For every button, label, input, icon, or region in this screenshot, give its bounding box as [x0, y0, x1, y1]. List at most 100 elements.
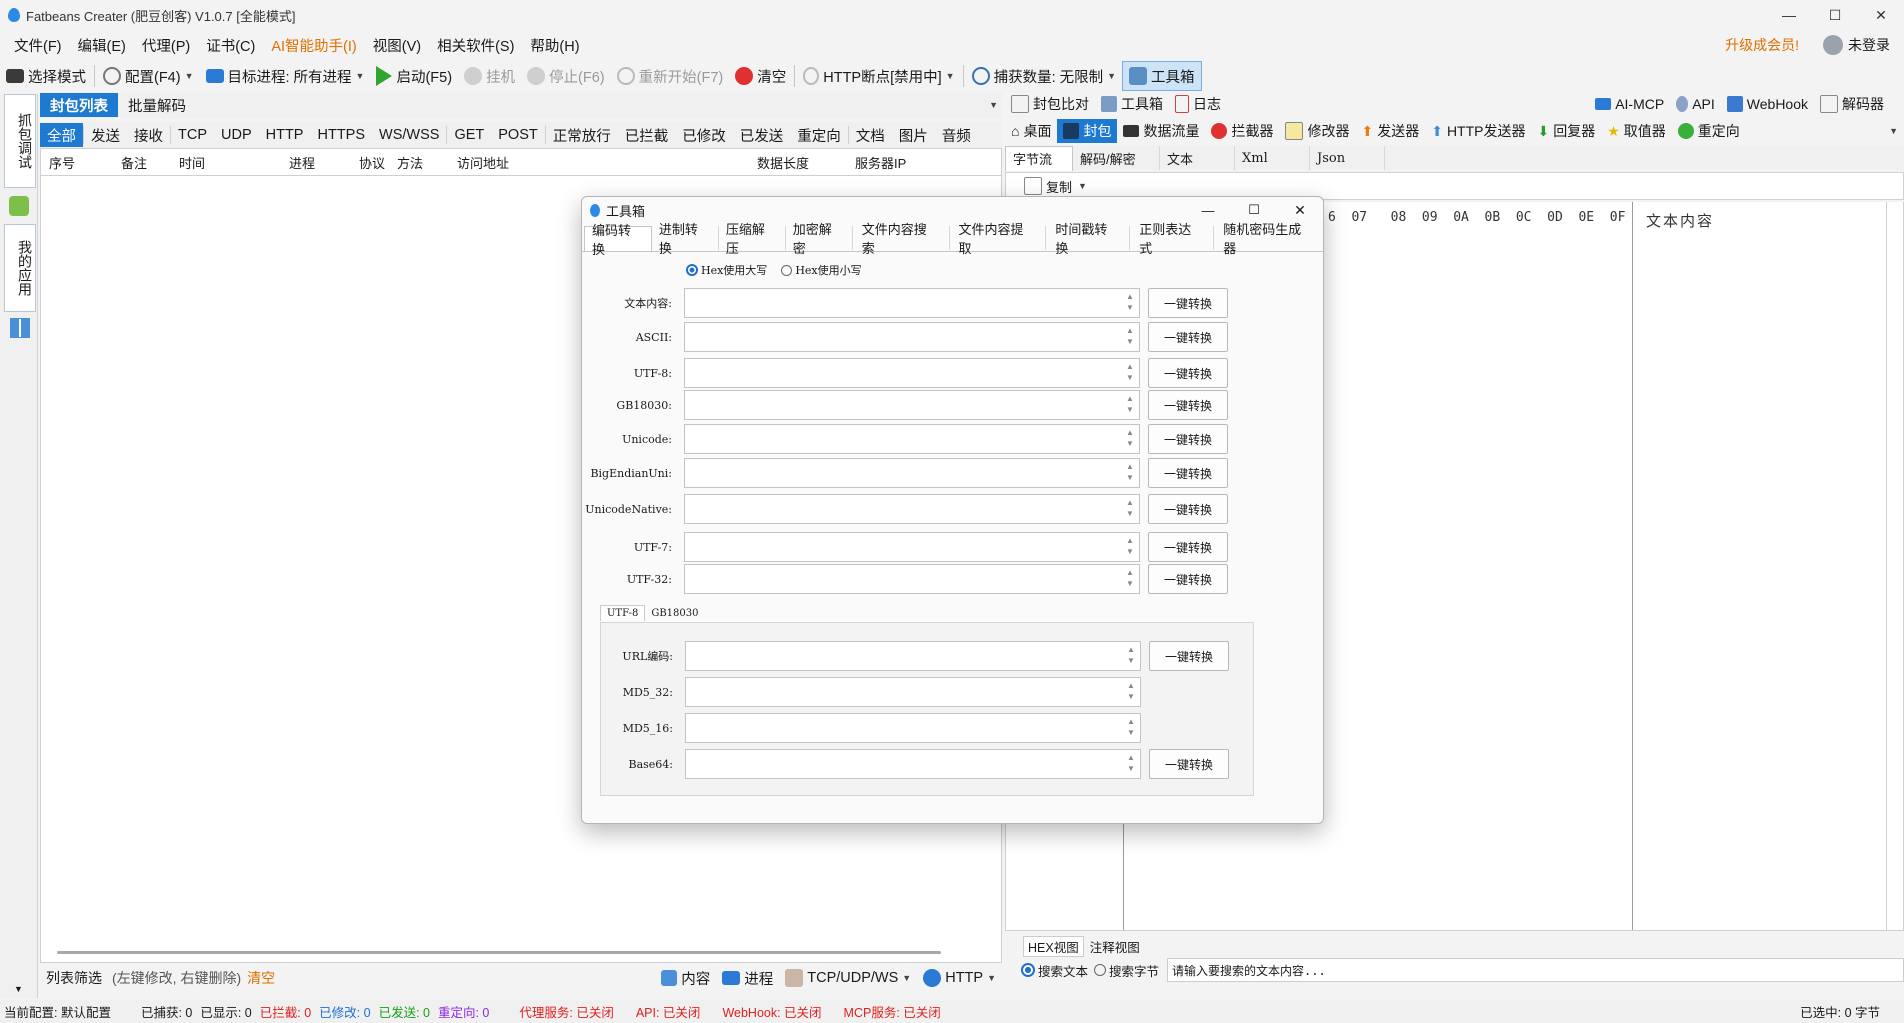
start-button[interactable]: 启动(F5) [370, 62, 458, 90]
replier-button[interactable]: ⬇ 回复器 [1532, 119, 1602, 143]
modifier-button[interactable]: 修改器 [1279, 119, 1355, 143]
spinner-icon[interactable]: ▲ ▼ [1123, 461, 1137, 483]
subtab-json[interactable]: Json [1310, 146, 1385, 170]
input-unicode-native[interactable]: ▲ ▼ [684, 494, 1140, 524]
radio-hex-lower[interactable] [781, 264, 793, 276]
spinner-icon[interactable]: ▲ ▼ [1123, 497, 1137, 519]
filter-image[interactable]: 图片 [892, 123, 935, 147]
input-url[interactable]: ▲ ▼ [685, 641, 1141, 671]
decoder-button[interactable]: 解码器 [1814, 92, 1890, 116]
radio-hex-upper[interactable] [686, 264, 698, 276]
process-filter-button[interactable]: 进程 [716, 964, 779, 992]
filter-audio[interactable]: 音频 [935, 123, 978, 147]
convert-button[interactable]: 一键转换 [1148, 358, 1228, 388]
dialog-maximize-button[interactable]: ☐ [1231, 202, 1277, 218]
radio-search-text[interactable] [1021, 963, 1035, 977]
horizontal-scrollbar[interactable] [57, 951, 941, 954]
menu-proxy[interactable]: 代理(P) [134, 35, 198, 56]
redirect-button[interactable]: 重定向 [1672, 119, 1746, 143]
dtab-regex[interactable]: 正则表达式 [1130, 222, 1215, 256]
spinner-icon[interactable]: ▲ ▼ [1123, 291, 1137, 313]
tab-packet-list[interactable]: 封包列表 [40, 93, 118, 117]
subtab-text[interactable]: 文本 [1160, 146, 1235, 170]
http-break-toggle[interactable]: HTTP断点[禁用中] ▼ [797, 62, 960, 90]
subtab-decode[interactable]: 解码/解密 [1073, 146, 1160, 170]
input-unicode[interactable]: ▲ ▼ [684, 424, 1140, 454]
filter-intercepted[interactable]: 已拦截 [618, 123, 676, 147]
convert-button[interactable]: 一键转换 [1148, 532, 1228, 562]
menu-ai[interactable]: AI智能助手(I) [263, 35, 364, 56]
side-tab-capture[interactable]: 抓包调试 [4, 94, 36, 188]
input-utf32[interactable]: ▲ ▼ [684, 564, 1140, 594]
http-sender-button[interactable]: ⬆ HTTP发送器 [1425, 119, 1531, 143]
input-base64[interactable]: ▲ ▼ [685, 749, 1141, 779]
tab-batch-decode[interactable]: 批量解码 [118, 93, 196, 117]
right-toolbox-button[interactable]: 工具箱 [1095, 92, 1169, 116]
filter-post[interactable]: POST [491, 123, 544, 147]
sender-button[interactable]: ⬆ 发送器 [1355, 119, 1425, 143]
spinner-icon[interactable]: ▲ ▼ [1124, 752, 1138, 774]
menu-view[interactable]: 视图(V) [365, 35, 429, 56]
spinner-icon[interactable]: ▲ ▼ [1123, 361, 1137, 383]
dialog-minimize-button[interactable]: — [1185, 203, 1231, 218]
filter-ws[interactable]: WS/WSS [372, 123, 446, 147]
col-method[interactable]: 方法 [397, 153, 457, 172]
dtab-compress[interactable]: 压缩解压 [719, 222, 786, 256]
convert-button[interactable]: 一键转换 [1148, 288, 1228, 318]
config-button[interactable]: 配置(F4) ▼ [97, 62, 200, 90]
inner-tab-utf8[interactable]: UTF-8 [600, 605, 646, 621]
upgrade-link[interactable]: 升级成会员! [1725, 35, 1799, 55]
filter-doc[interactable]: 文档 [849, 123, 892, 147]
filter-https[interactable]: HTTPS [310, 123, 372, 147]
dtab-encrypt[interactable]: 加密解密 [786, 222, 853, 256]
stop-button[interactable]: 停止(F6) [521, 62, 611, 90]
dtab-timestamp[interactable]: 时间戳转换 [1046, 222, 1131, 256]
col-protocol[interactable]: 协议 [359, 153, 397, 172]
ai-mcp-button[interactable]: AI-MCP [1589, 92, 1670, 116]
side-tab-myapps[interactable]: 我的应用 [4, 224, 36, 312]
spinner-icon[interactable]: ▲ ▼ [1123, 567, 1137, 589]
search-input[interactable]: 请输入要搜索的文本内容... [1167, 958, 1904, 982]
filter-get[interactable]: GET [447, 123, 491, 147]
menu-help[interactable]: 帮助(H) [522, 35, 587, 56]
filter-all[interactable]: 全部 [40, 123, 83, 147]
interceptor-button[interactable]: 拦截器 [1205, 119, 1279, 143]
list-filter-clear[interactable]: 清空 [247, 968, 275, 988]
col-length[interactable]: 数据长度 [757, 153, 855, 172]
scroll-down-icon[interactable]: ▼ [14, 984, 23, 994]
packet-compare-button[interactable]: 封包比对 [1005, 92, 1095, 116]
close-button[interactable]: ✕ [1858, 0, 1904, 30]
convert-button[interactable]: 一键转换 [1148, 494, 1228, 524]
api-button[interactable]: API [1670, 92, 1721, 116]
clear-button[interactable]: 清空 [729, 62, 792, 90]
target-process-select[interactable]: 目标进程: 所有进程 ▼ [200, 62, 371, 90]
radio-search-bytes[interactable] [1094, 964, 1107, 976]
spinner-icon[interactable]: ▲ ▼ [1123, 325, 1137, 347]
convert-button[interactable]: 一键转换 [1148, 390, 1228, 420]
hang-button[interactable]: 挂机 [458, 62, 521, 90]
spinner-icon[interactable]: ▲ ▼ [1124, 680, 1138, 702]
login-label[interactable]: 未登录 [1848, 35, 1890, 55]
col-note[interactable]: 备注 [121, 153, 179, 172]
avatar-icon[interactable] [1823, 35, 1843, 55]
input-ascii[interactable]: ▲ ▼ [684, 322, 1140, 352]
convert-button[interactable]: 一键转换 [1148, 322, 1228, 352]
copy-button[interactable]: 复制 [1046, 177, 1072, 196]
desktop-button[interactable]: ⌂ 桌面 [1005, 119, 1057, 143]
input-gb18030[interactable]: ▲ ▼ [684, 390, 1140, 420]
convert-button[interactable]: 一键转换 [1149, 749, 1229, 779]
dtab-file-extract[interactable]: 文件内容提取 [950, 222, 1047, 256]
maximize-button[interactable]: ☐ [1812, 0, 1858, 30]
filter-passed[interactable]: 正常放行 [546, 123, 618, 147]
col-time[interactable]: 时间 [179, 153, 289, 172]
app-store-icon[interactable] [9, 196, 29, 216]
capture-count-select[interactable]: 捕获数量: 无限制 ▼ [966, 62, 1122, 90]
dtab-password[interactable]: 随机密码生成器 [1214, 222, 1323, 256]
dtab-file-search[interactable]: 文件内容搜索 [853, 222, 950, 256]
filter-send[interactable]: 发送 [84, 123, 127, 147]
filter-http[interactable]: HTTP [259, 123, 311, 147]
dtab-encoding[interactable]: 编码转换 [584, 223, 652, 257]
tab-hex-view[interactable]: HEX视图 [1023, 935, 1084, 957]
packet-button[interactable]: 封包 [1057, 119, 1118, 143]
menu-software[interactable]: 相关软件(S) [429, 35, 522, 56]
